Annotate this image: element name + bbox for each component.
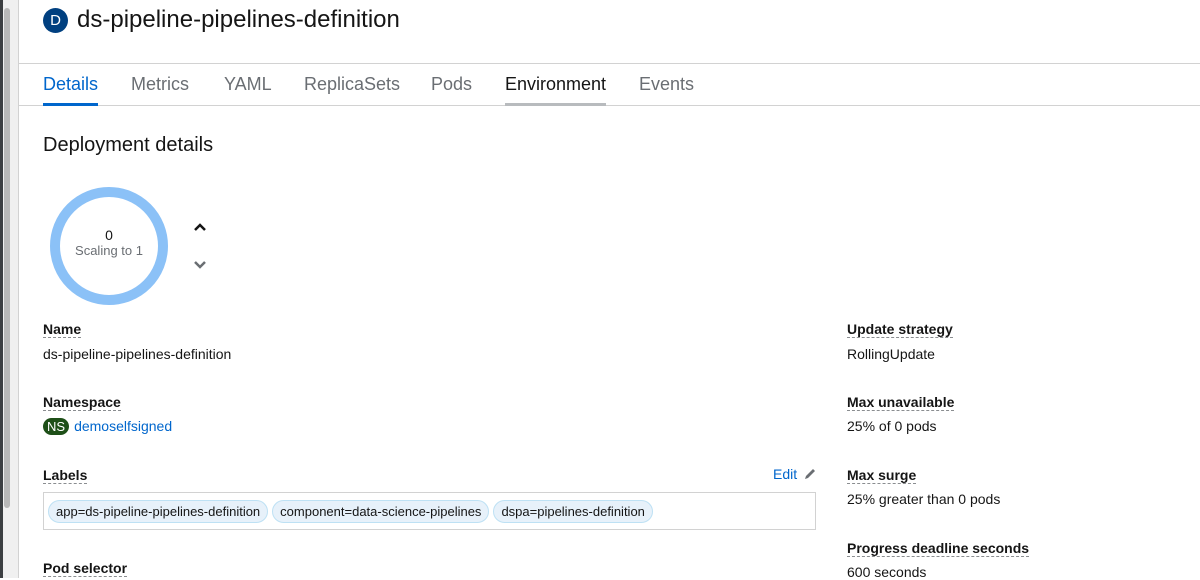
scrollbar-thumb[interactable] xyxy=(4,8,10,508)
tab-metrics[interactable]: Metrics xyxy=(131,74,189,103)
pod-ring: 0 Scaling to 1 xyxy=(50,187,168,305)
tab-yaml[interactable]: YAML xyxy=(224,74,272,103)
tab-pods[interactable]: Pods xyxy=(431,74,472,103)
page-header: D ds-pipeline-pipelines-definition xyxy=(43,6,400,34)
chevron-down-icon xyxy=(194,261,206,269)
pencil-icon xyxy=(805,469,816,479)
tab-bar: Details Metrics YAML ReplicaSets Pods En… xyxy=(18,63,1200,106)
tab-replicasets[interactable]: ReplicaSets xyxy=(304,74,400,103)
pod-status: Scaling to 1 xyxy=(75,243,143,258)
namespace-badge: NS xyxy=(43,418,70,435)
label-chip[interactable]: component=data-science-pipelines xyxy=(272,499,490,523)
scale-up-button[interactable] xyxy=(192,219,208,235)
resource-badge: D xyxy=(43,7,68,33)
name-label: Name xyxy=(43,321,82,338)
left-edge xyxy=(0,0,3,578)
name-value: ds-pipeline-pipelines-definition xyxy=(43,346,232,362)
tab-events[interactable]: Events xyxy=(639,74,694,103)
section-title: Deployment details xyxy=(43,134,214,156)
label-chip[interactable]: dspa=pipelines-definition xyxy=(493,499,653,523)
pod-count: 0 xyxy=(105,227,113,243)
edit-labels-button[interactable]: Edit xyxy=(773,466,817,482)
max-surge-value: 25% greater than 0 pods xyxy=(847,491,1001,507)
namespace-link[interactable]: demoselfsigned xyxy=(74,418,172,434)
label-chip[interactable]: app=ds-pipeline-pipelines-definition xyxy=(48,499,269,523)
scale-down-button[interactable] xyxy=(192,256,208,272)
update-strategy-label: Update strategy xyxy=(847,321,953,338)
max-surge-label: Max surge xyxy=(847,467,917,484)
page-title: ds-pipeline-pipelines-definition xyxy=(77,6,400,33)
tab-details[interactable]: Details xyxy=(43,74,99,106)
edit-label: Edit xyxy=(773,466,798,482)
chevron-up-icon xyxy=(194,223,206,231)
labels-label: Labels xyxy=(43,467,88,484)
max-unavailable-value: 25% of 0 pods xyxy=(847,418,937,434)
left-scrollbar[interactable] xyxy=(0,0,19,578)
namespace-value: NS demoselfsigned xyxy=(43,418,172,435)
namespace-label: Namespace xyxy=(43,394,121,411)
progress-deadline-label: Progress deadline seconds xyxy=(847,540,1030,557)
labels-container: app=ds-pipeline-pipelines-definition com… xyxy=(43,492,816,530)
update-strategy-value: RollingUpdate xyxy=(847,346,935,362)
max-unavailable-label: Max unavailable xyxy=(847,394,955,411)
pod-selector-label: Pod selector xyxy=(43,560,128,577)
tab-environment[interactable]: Environment xyxy=(505,74,607,106)
